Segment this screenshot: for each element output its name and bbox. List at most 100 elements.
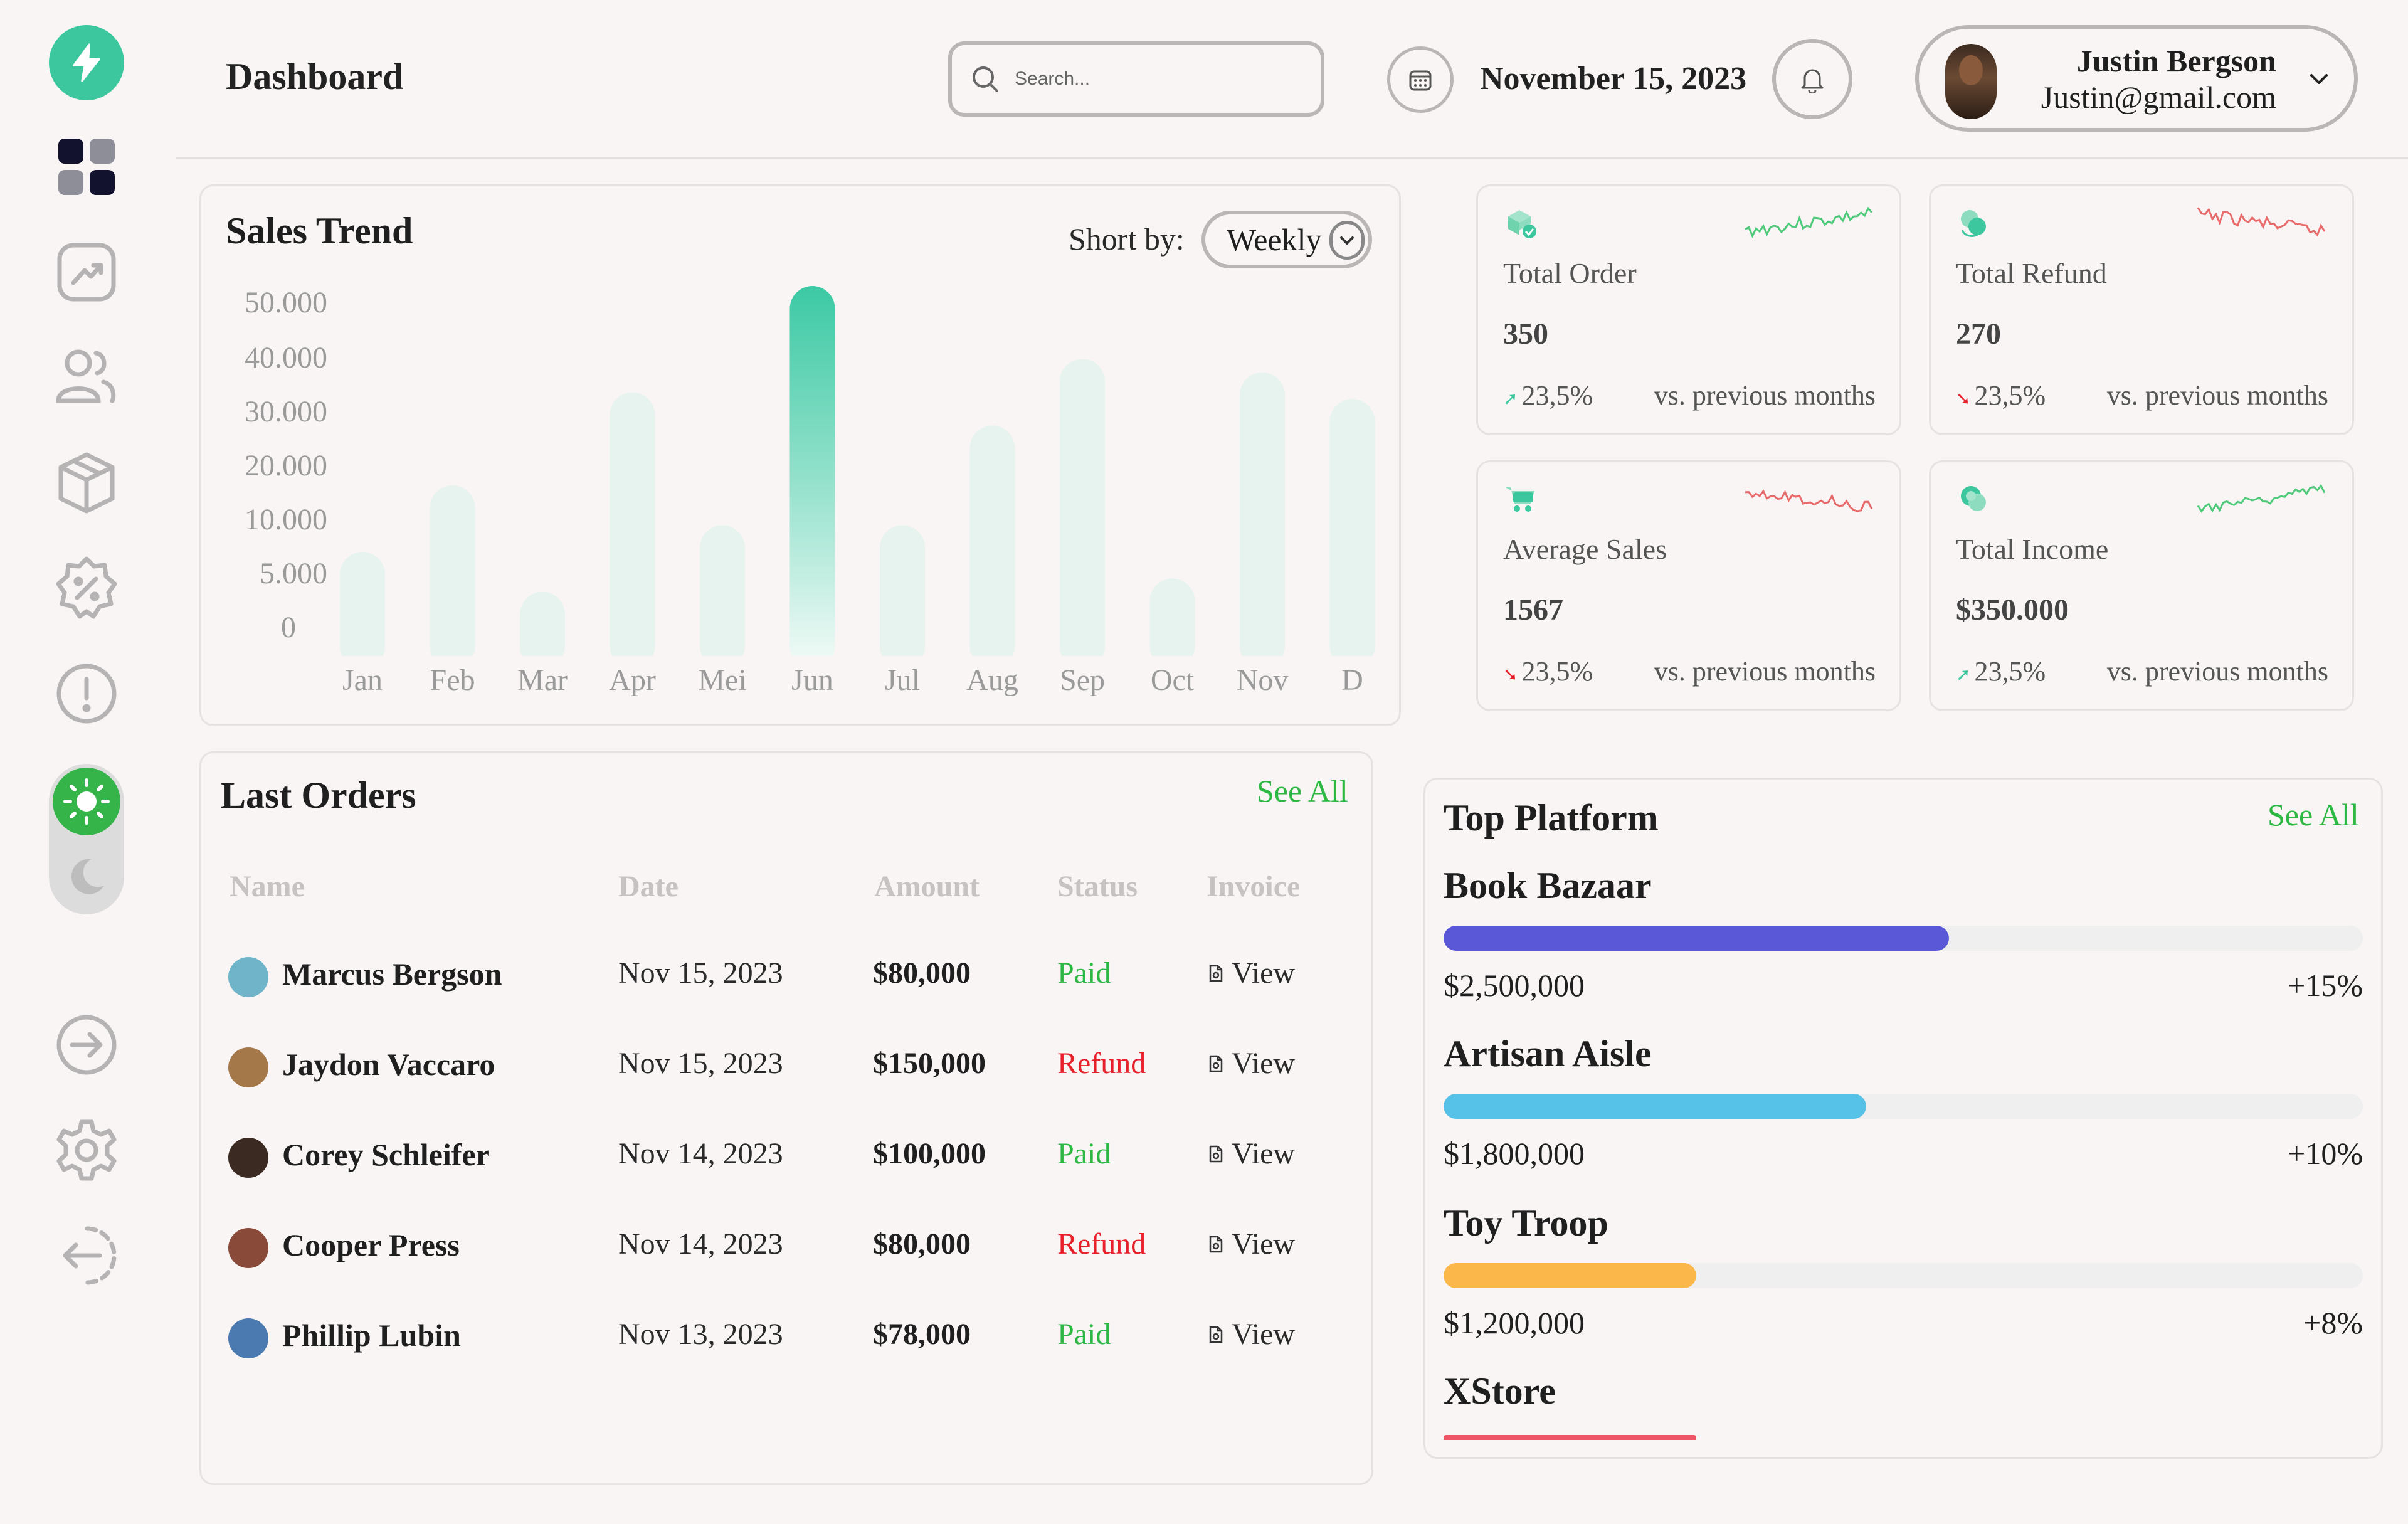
chart-bar[interactable]: [340, 552, 385, 669]
column-header-invoice[interactable]: Invoice: [1207, 869, 1300, 904]
column-header-amount[interactable]: Amount: [874, 869, 980, 904]
sales-bar-chart: 0 5.000 10.000 20.000 30.000 40.000 50.000 Jan…: [245, 286, 1392, 697]
chart-bar[interactable]: [700, 525, 745, 669]
platform-progress-bar: [1444, 1435, 1696, 1440]
platform-progress-bar: [1444, 926, 1949, 951]
invoice-view-link[interactable]: View: [1207, 1046, 1295, 1081]
platform-change: +8%: [2303, 1305, 2363, 1340]
stat-label: Total Income: [1956, 533, 2109, 565]
box-check-icon: [1508, 210, 1536, 238]
notifications-button[interactable]: [1772, 39, 1852, 119]
order-status: Paid: [1057, 956, 1111, 990]
chart-bar[interactable]: [969, 425, 1015, 669]
order-date: Nov 13, 2023: [618, 1318, 783, 1351]
search-input[interactable]: [1015, 68, 1291, 90]
discount-badge-icon[interactable]: [49, 551, 124, 626]
column-header-name[interactable]: Name: [230, 869, 305, 904]
logout-icon[interactable]: [49, 1218, 124, 1293]
product-box-icon[interactable]: [49, 445, 124, 521]
search-bar[interactable]: [948, 41, 1324, 117]
x-tick-label: Jul: [885, 664, 920, 697]
sparkline-path: [1745, 489, 1873, 512]
header-divider: [176, 157, 2408, 159]
chart-bar[interactable]: [789, 286, 835, 669]
platform-name: Book Bazaar: [1444, 865, 1652, 906]
chart-bar[interactable]: [1240, 372, 1285, 669]
x-tick-label: Jun: [791, 664, 833, 697]
search-icon: [973, 66, 998, 92]
invoice-view-link[interactable]: View: [1207, 1317, 1295, 1352]
platform-see-all-link[interactable]: See All: [2268, 796, 2359, 833]
chart-bar[interactable]: [1329, 399, 1375, 669]
dashboard-grid-icon[interactable]: [49, 129, 124, 204]
chevron-down-icon[interactable]: [1329, 221, 1365, 260]
stat-card-total-income: Total Income $350.000 ➚ 23,5% vs. previou…: [1929, 460, 2354, 711]
chevron-down-icon[interactable]: [2308, 68, 2330, 90]
chart-bar[interactable]: [1149, 578, 1195, 669]
orders-see-all-link[interactable]: See All: [1257, 773, 1348, 809]
invoice-view-link[interactable]: View: [1207, 956, 1295, 990]
user-profile-menu[interactable]: Justin Bergson Justin@gmail.com: [1915, 25, 2358, 132]
analytics-icon[interactable]: [49, 235, 124, 310]
moon-icon[interactable]: [53, 843, 120, 911]
platform-progress-bar: [1444, 1263, 1696, 1288]
chart-bar[interactable]: [430, 485, 475, 669]
y-tick-label: 20.000: [245, 449, 327, 482]
trend-up-icon: ➚: [1503, 389, 1518, 409]
chart-baseline-mask: [326, 656, 1392, 675]
y-tick-label: 0: [281, 611, 296, 644]
platform-change: +10%: [2288, 1136, 2363, 1171]
avatar: [228, 957, 268, 997]
order-customer-name: Marcus Bergson: [282, 956, 502, 992]
platform-progress-track: [1444, 1263, 2363, 1288]
stat-change: ➚ 23,5%: [1956, 656, 2046, 687]
last-orders-title: Last Orders: [221, 775, 416, 816]
app-logo[interactable]: [49, 25, 124, 100]
document-icon: [1209, 965, 1223, 982]
sparkline-path: [1745, 206, 1873, 238]
bell-icon: [1801, 69, 1824, 93]
x-tick-label: Oct: [1151, 664, 1195, 697]
calendar-button[interactable]: [1387, 46, 1454, 113]
y-tick-label: 40.000: [245, 341, 327, 374]
platform-progress-bar: [1444, 1094, 1866, 1119]
alert-icon[interactable]: [49, 656, 124, 731]
invoice-view-link[interactable]: View: [1207, 1136, 1295, 1171]
stat-value: 1567: [1503, 593, 1563, 627]
sparkline: [1745, 489, 1873, 512]
x-tick-label: Apr: [609, 664, 656, 697]
chart-bar[interactable]: [610, 392, 655, 669]
theme-toggle[interactable]: [49, 764, 124, 914]
avatar: [228, 1318, 268, 1358]
sun-icon[interactable]: [53, 768, 120, 835]
column-header-status[interactable]: Status: [1057, 869, 1138, 904]
order-status: Refund: [1057, 1047, 1146, 1080]
order-date: Nov 14, 2023: [618, 1137, 783, 1170]
stat-value: 270: [1956, 317, 2001, 351]
platform-name: Toy Troop: [1444, 1202, 1608, 1244]
calendar-icon: [1409, 70, 1432, 91]
avatar: [228, 1228, 268, 1268]
cart-icon: [1506, 487, 1534, 512]
stat-value: 350: [1503, 317, 1548, 351]
platform-name: XStore: [1444, 1370, 1556, 1412]
sort-select[interactable]: Weekly: [1201, 211, 1372, 268]
settings-gear-icon[interactable]: [49, 1113, 124, 1188]
order-amount: $80,000: [873, 1227, 971, 1261]
stat-label: Total Order: [1503, 257, 1637, 289]
order-amount: $150,000: [873, 1047, 986, 1080]
chart-bar[interactable]: [880, 525, 925, 669]
column-header-date[interactable]: Date: [618, 869, 679, 904]
forward-arrow-icon[interactable]: [49, 1007, 124, 1082]
chart-bar[interactable]: [1060, 359, 1105, 669]
document-icon: [1209, 1326, 1223, 1343]
invoice-view-link[interactable]: View: [1207, 1227, 1295, 1261]
refund-icon: [1961, 210, 1986, 237]
sparkline: [2197, 207, 2326, 237]
y-tick-label: 10.000: [245, 503, 327, 536]
sparkline-path: [2197, 484, 2326, 513]
document-icon: [1209, 1055, 1223, 1072]
order-date: Nov 15, 2023: [618, 956, 783, 990]
y-tick-label: 50.000: [245, 286, 327, 319]
users-icon[interactable]: [49, 340, 124, 415]
